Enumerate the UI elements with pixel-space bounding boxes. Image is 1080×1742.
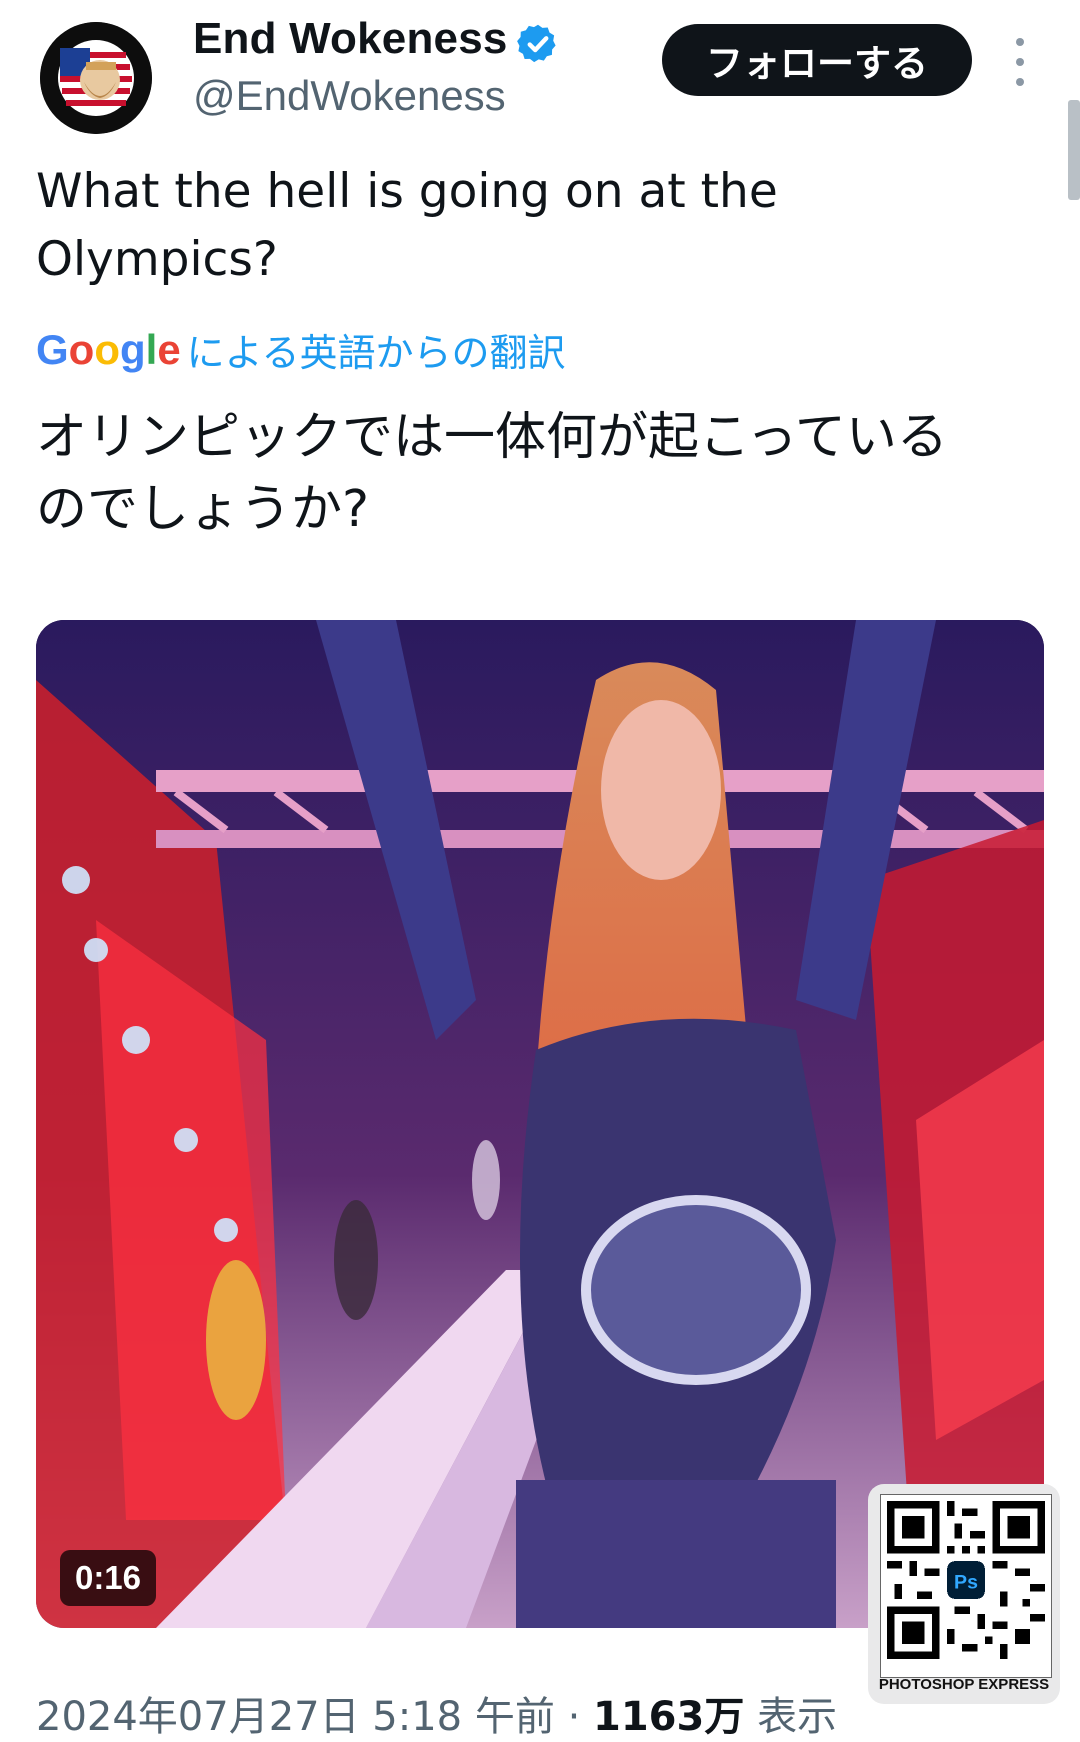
translation-notice[interactable]: Google による英語からの翻訳 [36, 322, 566, 377]
tweet-meta: 2024年07月27日 5:18 午前 · 1163万 表示 [36, 1684, 837, 1742]
avatar[interactable] [40, 22, 152, 134]
view-count: 1163万 [593, 1694, 745, 1740]
translated-text-line: オリンピックでは一体何が起こっている [36, 408, 948, 467]
meta-separator: · [567, 1694, 581, 1740]
tweet-text: What the hell is going on at the Olympic… [36, 158, 996, 294]
qr-code: Ps [880, 1494, 1052, 1678]
scrollbar[interactable] [1068, 100, 1080, 200]
verified-badge-icon [517, 24, 556, 63]
google-letter: g [119, 325, 146, 373]
google-logo: Google [36, 326, 181, 374]
more-dot [1016, 58, 1024, 66]
photoshop-express-watermark: Ps PHOTOSHOP EXPRESS [868, 1484, 1060, 1704]
google-letter: G [36, 325, 69, 373]
view-label: 表示 [757, 1694, 838, 1740]
translated-text-line: のでしょうか? [36, 480, 370, 539]
more-dot [1016, 38, 1024, 46]
video-player[interactable] [36, 620, 1044, 1628]
watermark-label: PHOTOSHOP EXPRESS [878, 1676, 1050, 1693]
more-dot [1016, 78, 1024, 86]
translated-text: オリンピックでは一体何が起こっている のでしょうか? [36, 402, 1036, 546]
follow-button[interactable]: フォローする [662, 24, 972, 96]
more-vertical-icon[interactable] [1008, 38, 1032, 86]
google-letter: l [145, 325, 158, 373]
handle[interactable]: @EndWokeness [193, 72, 506, 120]
tweet-text-line: What the hell is going on at the [36, 164, 778, 219]
tweet-text-line: Olympics? [36, 232, 278, 287]
video-duration: 0:16 [60, 1550, 156, 1606]
google-letter: o [68, 325, 95, 373]
video-frame [36, 620, 1044, 1628]
qr-code-image: Ps [887, 1501, 1045, 1659]
google-letter: o [94, 325, 120, 373]
google-letter: e [157, 325, 181, 373]
avatar-image [40, 22, 152, 134]
timestamp[interactable]: 2024年07月27日 5:18 午前 [36, 1694, 555, 1740]
display-name[interactable]: End Wokeness [193, 14, 508, 64]
ps-badge: Ps [954, 1571, 978, 1593]
translation-label: による英語からの翻訳 [186, 331, 566, 375]
